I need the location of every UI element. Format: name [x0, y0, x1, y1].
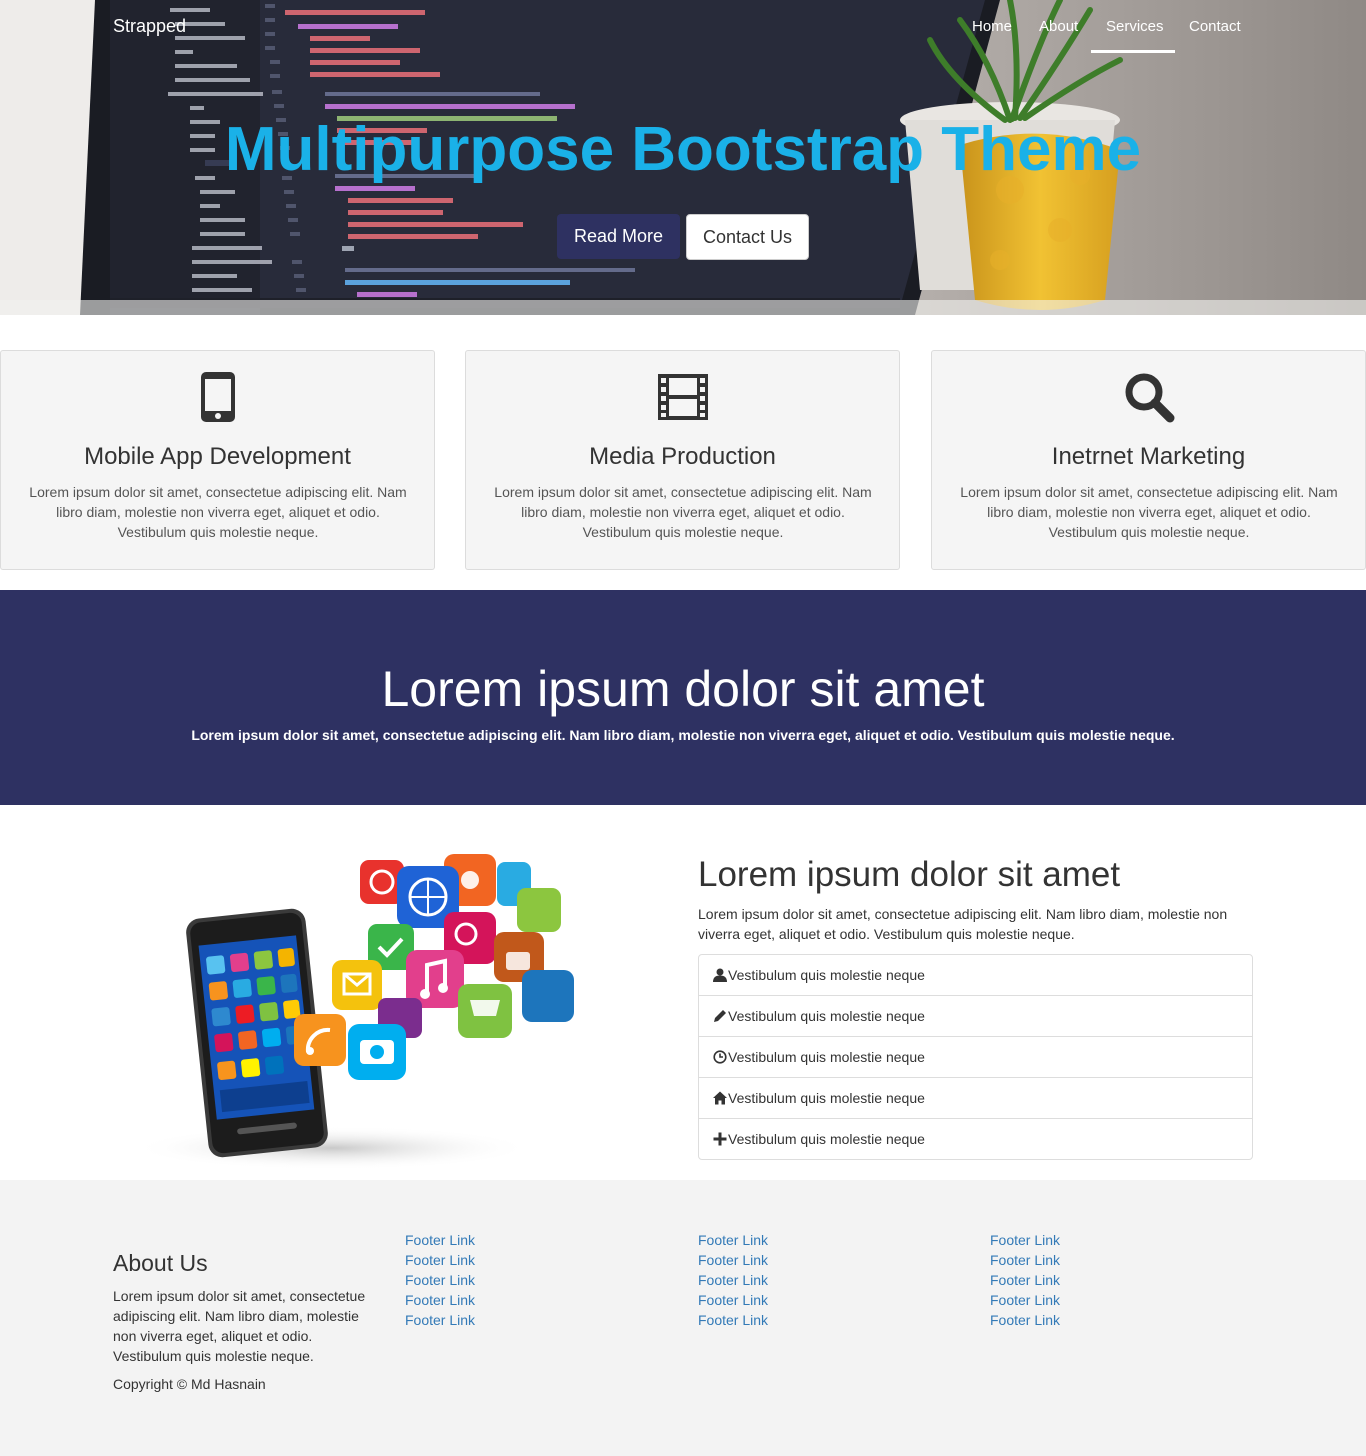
about-title: About Us [113, 1250, 208, 1276]
info-title: Lorem ipsum dolor sit amet [698, 855, 1121, 894]
footer-link[interactable]: Footer Link [698, 1292, 768, 1308]
nav-active-indicator [1091, 50, 1175, 53]
feature-title: Media Production [589, 443, 776, 470]
list-item[interactable]: Vestibulum quis molestie neque [699, 995, 1252, 1036]
info-text: Lorem ipsum dolor sit amet, consectetue … [698, 906, 1228, 942]
about-text: Lorem ipsum dolor sit amet, consectetue … [113, 1288, 366, 1364]
user-icon [713, 968, 727, 982]
search-icon [932, 371, 1365, 425]
footer-link[interactable]: Footer Link [698, 1312, 768, 1328]
band-title: Lorem ipsum dolor sit amet [381, 661, 985, 717]
phone-apps-illustration [132, 854, 574, 1168]
footer-link[interactable]: Footer Link [990, 1232, 1060, 1248]
list-item-label: Vestibulum quis molestie neque [728, 1008, 925, 1024]
list-item-label: Vestibulum quis molestie neque [728, 967, 925, 983]
feature-text: Lorem ipsum dolor sit amet, consectetue … [960, 484, 1338, 540]
feature-card-marketing: Inetrnet Marketing Lorem ipsum dolor sit… [931, 350, 1366, 570]
nav-home[interactable]: Home [972, 18, 1012, 35]
footer-link[interactable]: Footer Link [698, 1252, 768, 1268]
nav-about[interactable]: About [1039, 18, 1078, 35]
list-item-label: Vestibulum quis molestie neque [728, 1090, 925, 1106]
footer-link[interactable]: Footer Link [405, 1272, 475, 1288]
mobile-phone-icon [1, 371, 434, 425]
footer-link[interactable]: Footer Link [405, 1292, 475, 1308]
nav-contact[interactable]: Contact [1189, 18, 1241, 35]
footer-links-column-3: Footer Link Footer Link Footer Link Foot… [990, 1230, 1190, 1330]
contact-us-button[interactable]: Contact Us [686, 214, 809, 260]
footer-link[interactable]: Footer Link [698, 1232, 768, 1248]
footer-link[interactable]: Footer Link [405, 1312, 475, 1328]
pencil-icon [714, 1010, 726, 1022]
hero-section: Strapped Home About Services Contact Mul… [0, 0, 1366, 315]
footer-link[interactable]: Footer Link [405, 1232, 475, 1248]
footer-link[interactable]: Footer Link [698, 1272, 768, 1288]
feature-text: Lorem ipsum dolor sit amet, consectetue … [29, 484, 407, 540]
read-more-button[interactable]: Read More [557, 214, 680, 259]
footer-link[interactable]: Footer Link [990, 1272, 1060, 1288]
highlight-band: Lorem ipsum dolor sit amet Lorem ipsum d… [0, 590, 1366, 805]
feature-card-media: Media Production Lorem ipsum dolor sit a… [465, 350, 900, 570]
list-item[interactable]: Vestibulum quis molestie neque [699, 1118, 1252, 1159]
nav-services[interactable]: Services [1106, 18, 1164, 35]
plus-icon [713, 1132, 727, 1146]
clock-icon [713, 1050, 727, 1064]
footer-links-column-2: Footer Link Footer Link Footer Link Foot… [698, 1230, 898, 1330]
info-list: Vestibulum quis molestie neque Vestibulu… [698, 954, 1253, 1160]
footer-link[interactable]: Footer Link [990, 1252, 1060, 1268]
brand-logo[interactable]: Strapped [113, 16, 186, 37]
list-item[interactable]: Vestibulum quis molestie neque [699, 1077, 1252, 1118]
home-icon [713, 1091, 727, 1105]
feature-text: Lorem ipsum dolor sit amet, consectetue … [494, 484, 872, 540]
feature-title: Inetrnet Marketing [1051, 443, 1246, 470]
copyright: Copyright © Md Hasnain [113, 1376, 266, 1392]
list-item-label: Vestibulum quis molestie neque [728, 1131, 925, 1147]
feature-title: Mobile App Development [84, 443, 351, 470]
footer-link[interactable]: Footer Link [990, 1292, 1060, 1308]
band-text: Lorem ipsum dolor sit amet, consectetue … [191, 727, 1175, 743]
list-item[interactable]: Vestibulum quis molestie neque [699, 1036, 1252, 1077]
footer: About Us Lorem ipsum dolor sit amet, con… [0, 1180, 1366, 1456]
footer-link[interactable]: Footer Link [990, 1312, 1060, 1328]
film-icon [466, 371, 899, 425]
footer-link[interactable]: Footer Link [405, 1252, 475, 1268]
feature-card-mobile: Mobile App Development Lorem ipsum dolor… [0, 350, 435, 570]
navbar: Strapped Home About Services Contact [0, 0, 1366, 54]
hero-title: Multipurpose Bootstrap Theme [224, 115, 1142, 184]
list-item-label: Vestibulum quis molestie neque [728, 1049, 925, 1065]
list-item[interactable]: Vestibulum quis molestie neque [699, 955, 1252, 995]
footer-links-column-1: Footer Link Footer Link Footer Link Foot… [405, 1230, 605, 1330]
